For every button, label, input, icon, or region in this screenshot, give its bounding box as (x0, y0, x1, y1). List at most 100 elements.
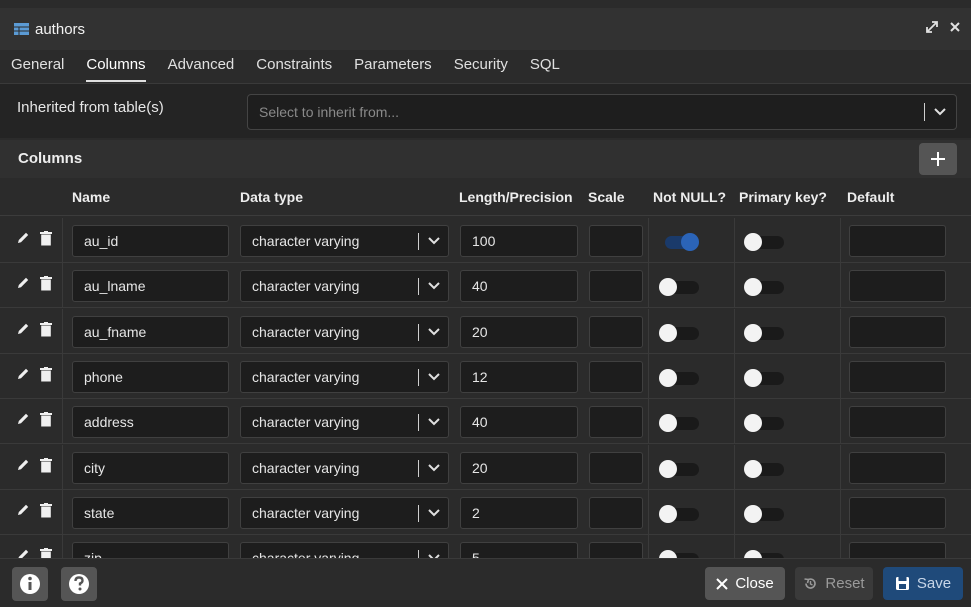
primary-key-toggle[interactable] (744, 414, 786, 433)
scale-input[interactable] (589, 360, 643, 393)
trash-icon[interactable] (40, 457, 52, 473)
edit-icon[interactable] (16, 503, 30, 517)
chevron-down-icon[interactable] (428, 418, 440, 426)
scale-input[interactable] (589, 451, 643, 484)
default-input[interactable] (849, 315, 946, 348)
not-null-toggle[interactable] (659, 459, 701, 478)
edit-icon[interactable] (16, 458, 30, 472)
primary-key-toggle[interactable] (744, 233, 786, 251)
close-icon[interactable] (949, 21, 961, 33)
column-name-input[interactable]: au_fname (72, 315, 229, 348)
column-name-input[interactable]: address (72, 406, 229, 439)
column-divider (648, 444, 649, 489)
primary-key-toggle[interactable] (744, 368, 786, 387)
close-button[interactable]: Close (705, 567, 785, 600)
default-input[interactable] (849, 496, 946, 529)
not-null-toggle[interactable] (659, 233, 701, 251)
edit-icon[interactable] (16, 367, 30, 381)
column-name-input[interactable]: au_id (72, 225, 229, 257)
reset-button[interactable]: Reset (795, 567, 873, 600)
primary-key-toggle[interactable] (744, 323, 786, 342)
column-name-input[interactable]: zip (72, 542, 229, 558)
default-input[interactable] (849, 542, 946, 558)
column-name-input[interactable]: au_lname (72, 270, 229, 303)
length-input[interactable]: 12 (460, 360, 578, 393)
edit-icon[interactable] (16, 322, 30, 336)
data-type-select[interactable]: character varying (240, 225, 449, 257)
default-input[interactable] (849, 451, 946, 484)
length-input[interactable]: 40 (460, 270, 578, 303)
chevron-down-icon[interactable] (428, 327, 440, 336)
chevron-down-icon[interactable] (428, 282, 440, 290)
chevron-down-icon[interactable] (934, 108, 946, 116)
chevron-down-icon[interactable] (428, 509, 440, 517)
edit-icon[interactable] (16, 548, 30, 558)
table-row: state character varying 2 (0, 489, 971, 535)
data-type-select[interactable]: character varying (240, 451, 449, 484)
length-input[interactable]: 20 (460, 451, 578, 484)
data-type-select[interactable]: character varying (240, 270, 449, 303)
chevron-down-icon[interactable] (428, 373, 440, 381)
inherit-select[interactable]: Select to inherit from... (247, 94, 957, 130)
primary-key-toggle[interactable] (744, 459, 786, 478)
tab-sql[interactable]: SQL (519, 50, 571, 84)
length-input[interactable]: 20 (460, 315, 578, 348)
trash-icon[interactable] (40, 502, 52, 518)
scale-input[interactable] (589, 225, 643, 257)
select-divider (418, 504, 419, 522)
column-name-input[interactable]: city (72, 451, 229, 484)
tab-columns[interactable]: Columns (75, 50, 156, 84)
not-null-toggle[interactable] (659, 504, 701, 523)
edit-icon[interactable] (16, 231, 30, 245)
data-type-select[interactable]: character varying (240, 406, 449, 439)
edit-icon[interactable] (16, 276, 30, 290)
data-type-select[interactable]: character varying (240, 360, 449, 393)
edit-icon[interactable] (16, 412, 30, 426)
tab-general[interactable]: General (0, 50, 75, 84)
tab-parameters[interactable]: Parameters (343, 50, 443, 84)
scale-input[interactable] (589, 270, 643, 303)
save-button[interactable]: Save (883, 567, 963, 600)
not-null-toggle[interactable] (659, 278, 701, 297)
trash-icon[interactable] (40, 231, 52, 246)
tab-advanced[interactable]: Advanced (157, 50, 246, 84)
default-input[interactable] (849, 270, 946, 303)
tab-security[interactable]: Security (443, 50, 519, 84)
primary-key-toggle[interactable] (744, 278, 786, 297)
trash-icon[interactable] (40, 366, 52, 382)
length-input[interactable]: 100 (460, 225, 578, 257)
scale-input[interactable] (589, 496, 643, 529)
primary-key-toggle[interactable] (744, 550, 786, 558)
primary-key-toggle[interactable] (744, 504, 786, 523)
chevron-down-icon[interactable] (428, 463, 440, 472)
tab-constraints[interactable]: Constraints (245, 50, 343, 84)
default-input[interactable] (849, 406, 946, 439)
not-null-toggle[interactable] (659, 368, 701, 387)
length-input[interactable]: 5 (460, 542, 578, 558)
not-null-toggle[interactable] (659, 323, 701, 342)
not-null-toggle[interactable] (659, 414, 701, 433)
default-input[interactable] (849, 225, 946, 257)
trash-icon[interactable] (40, 321, 52, 337)
scale-input[interactable] (589, 315, 643, 348)
data-type-select[interactable]: character varying (240, 496, 449, 529)
toggle-knob (659, 323, 677, 342)
scale-input[interactable] (589, 542, 643, 558)
trash-icon[interactable] (40, 276, 52, 291)
maximize-icon[interactable] (925, 20, 939, 34)
help-button[interactable] (61, 567, 97, 601)
not-null-toggle[interactable] (659, 550, 701, 558)
trash-icon[interactable] (40, 412, 52, 427)
scale-input[interactable] (589, 406, 643, 439)
column-name-input[interactable]: phone (72, 360, 229, 393)
data-type-select[interactable]: character varying (240, 542, 449, 558)
column-name-input[interactable]: state (72, 496, 229, 529)
default-input[interactable] (849, 360, 946, 393)
info-button[interactable] (12, 567, 48, 601)
length-input[interactable]: 40 (460, 406, 578, 439)
add-column-button[interactable] (919, 143, 957, 175)
length-input[interactable]: 2 (460, 496, 578, 529)
data-type-select[interactable]: character varying (240, 315, 449, 348)
chevron-down-icon[interactable] (428, 237, 440, 245)
trash-icon[interactable] (40, 548, 52, 558)
